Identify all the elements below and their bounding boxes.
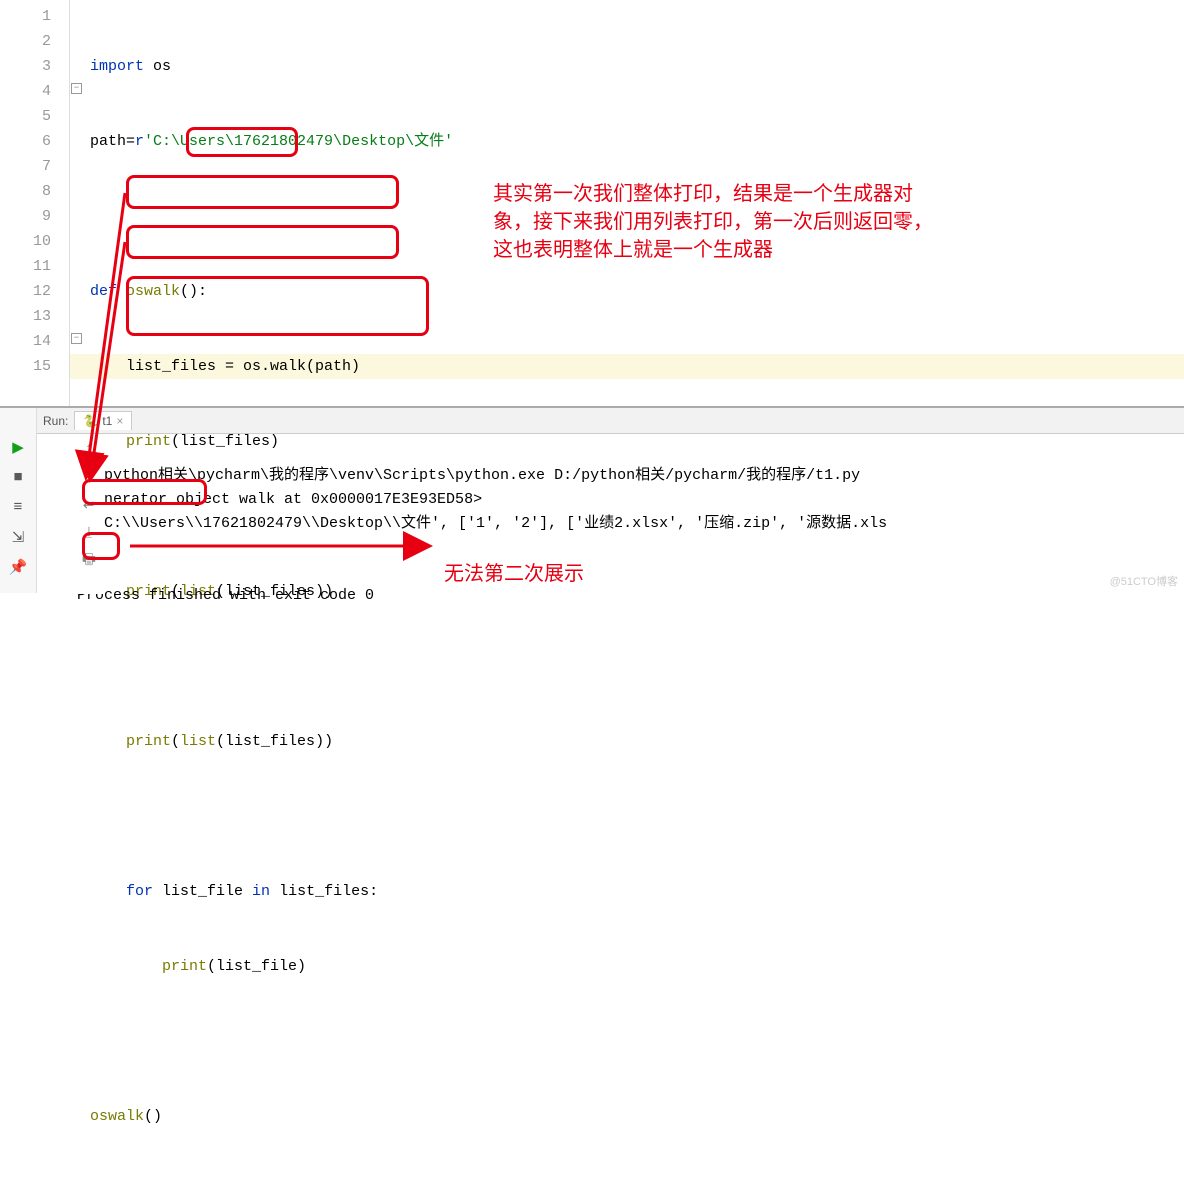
- code-text: list_files:: [270, 883, 378, 900]
- soft-wrap-icon[interactable]: ↩: [80, 496, 98, 514]
- python-file-icon: 🐍: [83, 414, 98, 428]
- code-text: ():: [180, 283, 207, 300]
- keyword: for: [90, 883, 153, 900]
- annotation-text: 其实第一次我们整体打印，结果是一个生成器对 象，接下来我们用列表打印，第一次后则…: [493, 180, 933, 264]
- line-number: 4: [0, 79, 51, 104]
- line-number: 9: [0, 204, 51, 229]
- keyword: import: [90, 58, 144, 75]
- pin-icon[interactable]: 📌: [9, 558, 27, 576]
- line-number: 14: [0, 329, 51, 354]
- exit-icon[interactable]: ⇲: [9, 528, 27, 546]
- run-panel: ▶ ■ ≡ ⇲ 📌 Run: 🐍 t1 × ↑ ↓ ↩ ⤓ 🖶 D:\pytho…: [0, 408, 1184, 593]
- code-text: (): [144, 1108, 162, 1125]
- line-number: 8: [0, 179, 51, 204]
- function-call: print: [90, 958, 207, 975]
- close-icon[interactable]: ×: [116, 414, 123, 428]
- code-text: os: [144, 58, 171, 75]
- function-call: list: [180, 733, 216, 750]
- annotation-text: 无法第二次展示: [444, 560, 584, 588]
- code-text: list_file: [153, 883, 252, 900]
- keyword: def: [90, 283, 117, 300]
- keyword: r: [135, 133, 144, 150]
- line-number: 2: [0, 29, 51, 54]
- layout-icon[interactable]: ≡: [9, 498, 27, 516]
- down-arrow-icon[interactable]: ↓: [80, 468, 98, 486]
- tab-title: t1: [102, 414, 112, 428]
- up-arrow-icon[interactable]: ↑: [80, 440, 98, 458]
- line-number: 6: [0, 129, 51, 154]
- fold-column: − −: [70, 0, 84, 406]
- stop-icon[interactable]: ■: [9, 468, 27, 486]
- fold-toggle-icon[interactable]: −: [71, 333, 82, 344]
- code-text: path=: [90, 133, 135, 150]
- function-name: oswalk: [117, 283, 180, 300]
- line-number: 3: [0, 54, 51, 79]
- code-text: list_files = os.walk(path): [90, 358, 360, 375]
- run-toolbar: ▶ ■ ≡ ⇲ 📌: [0, 408, 37, 593]
- string-literal: 'C:\Users\17621802479\Desktop\文件': [144, 133, 453, 150]
- code-text: (list_file): [207, 958, 306, 975]
- function-call: print: [90, 733, 171, 750]
- console-line: D:\python相关\pycharm\我的程序\venv\Scripts\py…: [77, 467, 860, 484]
- code-editor[interactable]: 1 2 3 4 5 6 7 8 9 10 11 12 13 14 15 − − …: [0, 0, 1184, 408]
- keyword: in: [252, 883, 270, 900]
- console-line: <generator object walk at 0x0000017E3E93…: [77, 491, 482, 508]
- line-number: 5: [0, 104, 51, 129]
- line-number: 15: [0, 354, 51, 379]
- rerun-icon[interactable]: ▶: [9, 438, 27, 456]
- run-label: Run:: [43, 414, 68, 428]
- scroll-icon[interactable]: ⤓: [80, 524, 98, 542]
- line-number: 7: [0, 154, 51, 179]
- fold-toggle-icon[interactable]: −: [71, 83, 82, 94]
- console-toolbar: ↑ ↓ ↩ ⤓ 🖶: [74, 434, 104, 594]
- print-icon[interactable]: 🖶: [80, 552, 98, 570]
- function-call: oswalk: [90, 1108, 144, 1125]
- run-tabs: Run: 🐍 t1 ×: [37, 408, 1184, 434]
- line-number: 12: [0, 279, 51, 304]
- line-number: 1: [0, 4, 51, 29]
- watermark: @51CTO博客: [1110, 573, 1178, 589]
- code-text: (list_files)): [216, 733, 333, 750]
- console-line: [('C:\\Users\\17621802479\\Desktop\\文件',…: [77, 515, 887, 532]
- code-text: (: [171, 733, 180, 750]
- line-number: 13: [0, 304, 51, 329]
- line-number: 11: [0, 254, 51, 279]
- console-line: Process finished with exit code 0: [77, 587, 374, 604]
- line-number-gutter: 1 2 3 4 5 6 7 8 9 10 11 12 13 14 15: [0, 0, 70, 406]
- line-number: 10: [0, 229, 51, 254]
- console-output[interactable]: D:\python相关\pycharm\我的程序\venv\Scripts\py…: [67, 434, 1184, 638]
- run-tab[interactable]: 🐍 t1 ×: [74, 411, 132, 430]
